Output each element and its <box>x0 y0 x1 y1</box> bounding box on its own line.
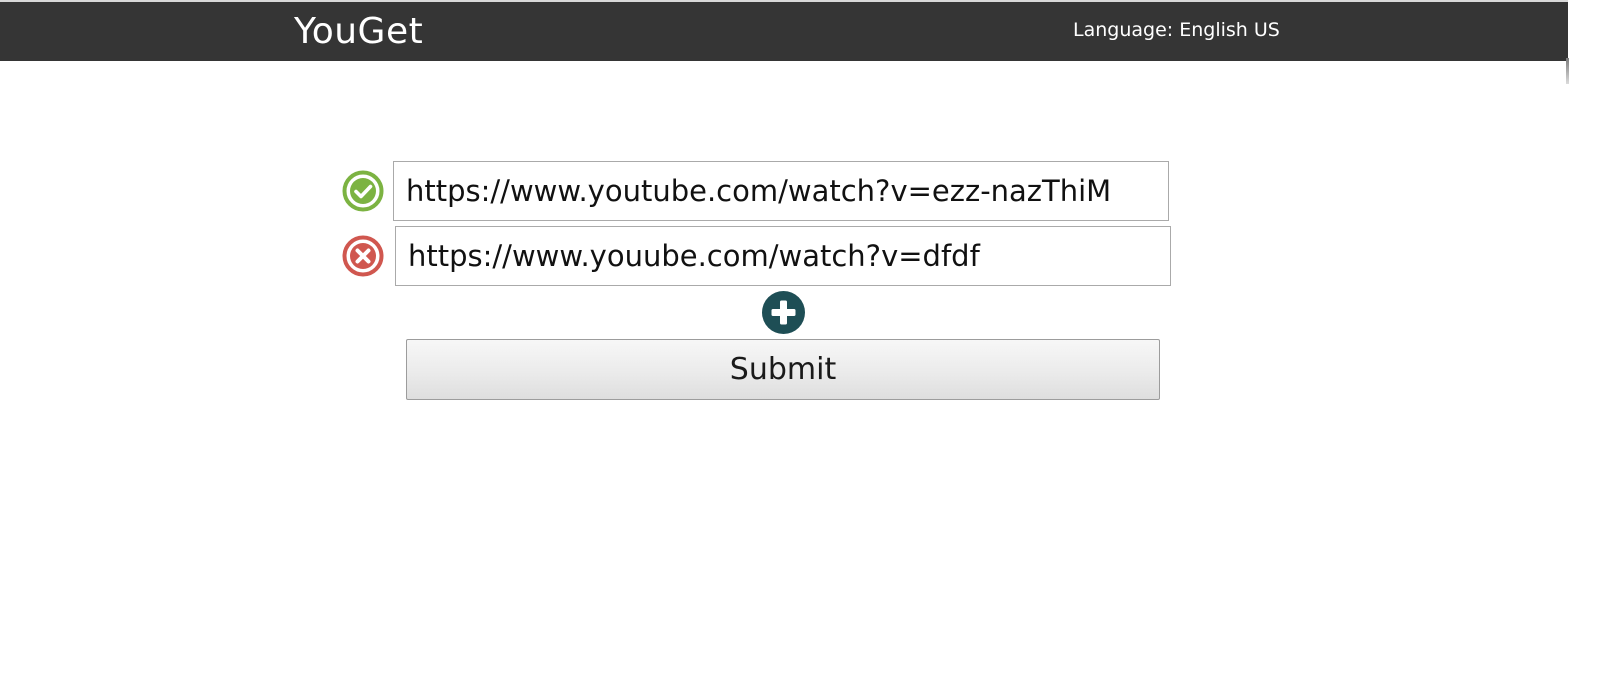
header-bar: YouGet Language: English US <box>0 2 1568 61</box>
check-circle-icon <box>342 170 384 212</box>
url-input-2[interactable] <box>395 226 1171 286</box>
submit-button[interactable]: Submit <box>406 339 1160 400</box>
add-url-button[interactable] <box>762 291 805 334</box>
page: YouGet Language: English US Submit <box>0 0 1600 690</box>
plus-circle-icon <box>771 300 796 325</box>
url-input-1[interactable] <box>393 161 1169 221</box>
x-circle-icon <box>342 235 384 277</box>
brand-logo[interactable]: YouGet <box>294 10 423 54</box>
scrollbar-edge <box>1566 58 1569 84</box>
language-selector[interactable]: Language: English US <box>1073 18 1280 42</box>
